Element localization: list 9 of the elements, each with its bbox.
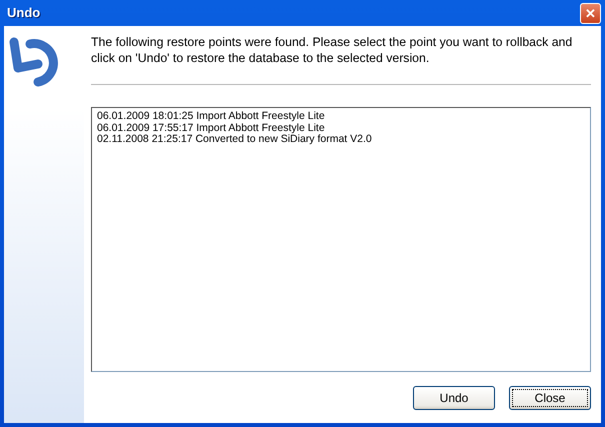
restore-point-item[interactable]: 06.01.2009 17:55:17 Import Abbott Freestyle Lite	[95, 122, 590, 134]
restore-point-list[interactable]: 06.01.2009 18:01:25 Import Abbott Freestyle Lite 06.01.2009 17:55:17 Import Abbott Freestyle Lite 02.11.2008 21:25:17 Converted to new SiDiary format V2.0	[91, 107, 591, 372]
close-button[interactable]: ✕	[580, 2, 601, 24]
dialog-button[interactable]: Undo	[413, 386, 495, 410]
dialog-button[interactable]: Close	[509, 386, 591, 410]
window-title: Undo	[7, 4, 40, 22]
restore-point-item[interactable]: 06.01.2009 18:01:25 Import Abbott Freestyle Lite	[95, 111, 590, 122]
restore-point-item[interactable]: 02.11.2008 21:25:17 Converted to new SiDiary format V2.0	[95, 134, 590, 146]
instruction-text: The following restore points were found. Please select the point you want to rollback and click on 'Undo' to restore the database to the selected version.	[91, 34, 574, 66]
